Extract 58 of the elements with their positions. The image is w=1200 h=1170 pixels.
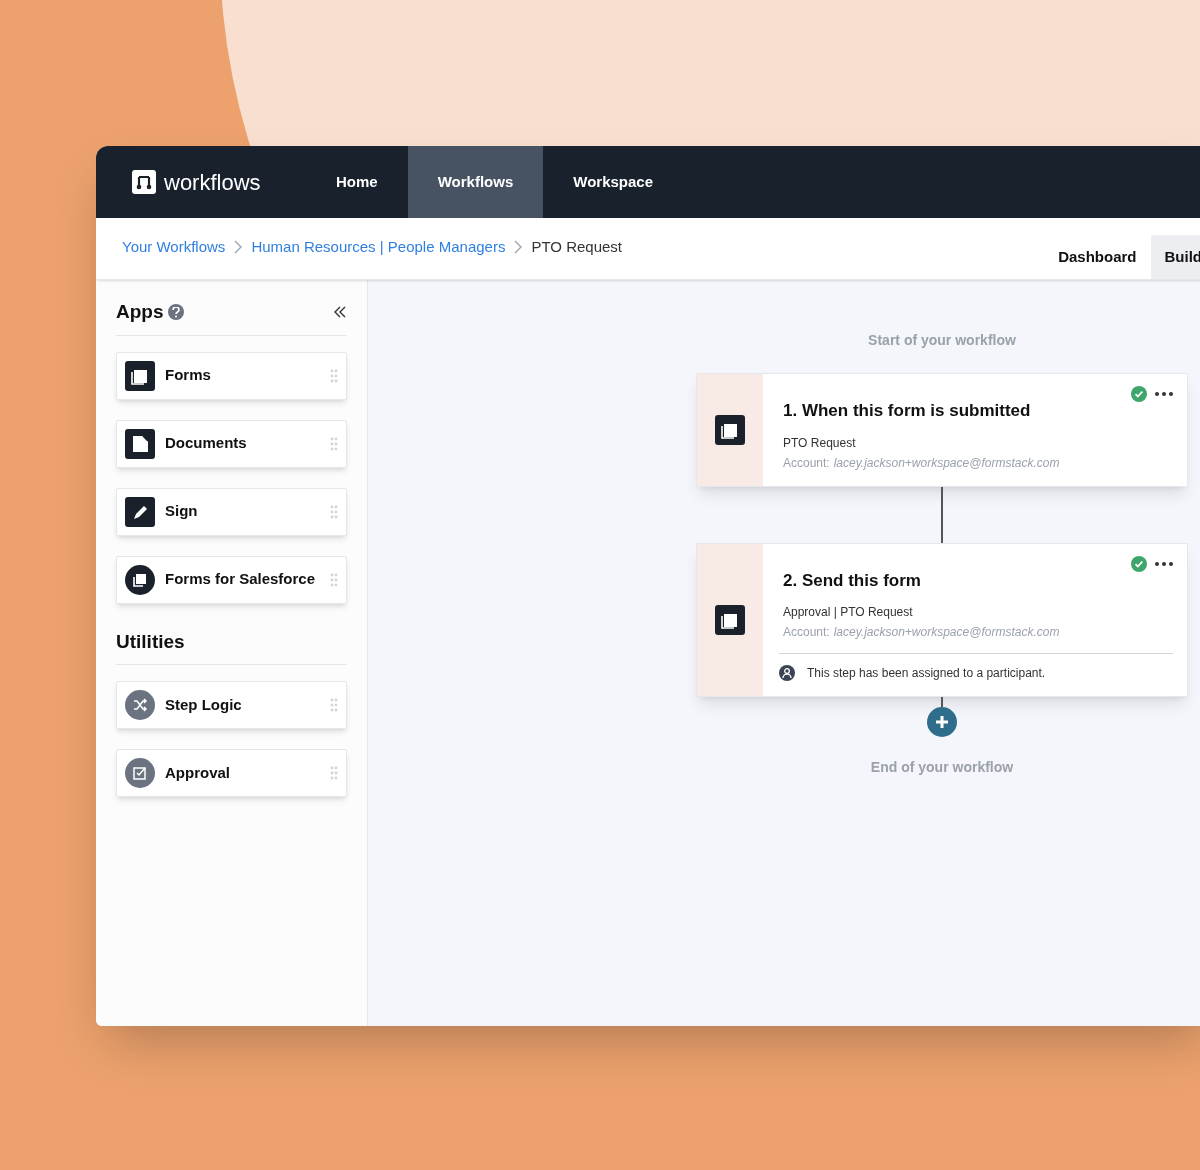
app-label: Forms for Salesforce bbox=[165, 569, 317, 590]
section-heading: Utilities bbox=[116, 629, 185, 654]
app-card[interactable]: Forms for Salesforce bbox=[116, 555, 347, 604]
drag-handle-icon[interactable] bbox=[330, 572, 338, 587]
step-title: 1. When this form is submitted bbox=[783, 400, 1031, 422]
app-label: Approval bbox=[165, 762, 231, 783]
account-label: Account: bbox=[783, 454, 830, 472]
breadcrumb-link[interactable]: Human Resources | People Managers bbox=[251, 236, 506, 259]
app-card[interactable]: Step Logic bbox=[116, 681, 347, 729]
step-card[interactable]: 1. When this form is submitted PTO Request Account: lacey.jackson+workspace@formstack.com bbox=[696, 373, 1188, 487]
document-icon bbox=[125, 428, 155, 459]
start-label: Start of your workflow bbox=[868, 331, 1016, 350]
breadcrumb-link[interactable]: Your Workflows bbox=[122, 236, 226, 259]
person-icon bbox=[779, 665, 795, 681]
app-label: Documents bbox=[165, 433, 248, 454]
step-subtitle: Approval | PTO Request bbox=[783, 604, 914, 621]
plus-icon bbox=[935, 715, 949, 729]
app-label: Step Logic bbox=[165, 694, 243, 715]
step-subtitle: PTO Request bbox=[783, 434, 857, 452]
stacked-squares-icon bbox=[715, 414, 745, 445]
drag-handle-icon[interactable] bbox=[330, 436, 338, 451]
stacked-squares-icon bbox=[125, 564, 155, 595]
nav-tab[interactable]: Workflows bbox=[407, 146, 544, 218]
app-card[interactable]: Forms bbox=[116, 351, 347, 400]
step-card[interactable]: 2. Send this form Approval | PTO Request Account: lacey.jackson+workspace@formstack.com This step has been assigned to a participant. bbox=[696, 542, 1188, 697]
section-heading: Apps bbox=[116, 300, 164, 324]
more-options-icon[interactable] bbox=[1155, 561, 1173, 566]
account-label: Account: bbox=[783, 624, 830, 641]
nav-tab[interactable]: Home bbox=[306, 146, 408, 218]
nav-tab[interactable]: Workspace bbox=[543, 146, 684, 218]
chevron-right-icon bbox=[513, 240, 524, 255]
end-label: End of your workflow bbox=[870, 758, 1014, 777]
stacked-squares-icon bbox=[715, 604, 745, 635]
workflow-logo-icon bbox=[132, 170, 156, 194]
drag-handle-icon[interactable] bbox=[330, 698, 338, 712]
drag-handle-icon[interactable] bbox=[330, 368, 338, 383]
assignment-note: This step has been assigned to a participant. bbox=[807, 665, 1046, 682]
add-step-button[interactable] bbox=[927, 707, 957, 737]
chevron-right-icon bbox=[233, 240, 244, 255]
help-icon[interactable] bbox=[167, 304, 184, 321]
drag-handle-icon[interactable] bbox=[330, 504, 338, 519]
app-card[interactable]: Documents bbox=[116, 419, 347, 468]
logo-text: workflows bbox=[164, 168, 261, 197]
app-label: Sign bbox=[165, 501, 199, 522]
checkbox-icon bbox=[125, 758, 155, 788]
app-card[interactable]: Approval bbox=[116, 749, 347, 797]
pencil-icon bbox=[125, 496, 155, 527]
account-email: lacey.jackson+workspace@formstack.com bbox=[833, 624, 1060, 641]
shuffle-icon bbox=[125, 690, 155, 720]
step-title: 2. Send this form bbox=[783, 569, 921, 592]
drag-handle-icon[interactable] bbox=[330, 766, 338, 780]
more-options-icon[interactable] bbox=[1155, 392, 1173, 396]
app-card[interactable]: Sign bbox=[116, 487, 347, 536]
account-email: lacey.jackson+workspace@formstack.com bbox=[833, 454, 1060, 472]
app-label: Forms bbox=[165, 365, 212, 386]
breadcrumb-current: PTO Request bbox=[531, 237, 622, 257]
collapse-icon[interactable] bbox=[333, 306, 347, 319]
stacked-squares-icon bbox=[125, 360, 155, 391]
